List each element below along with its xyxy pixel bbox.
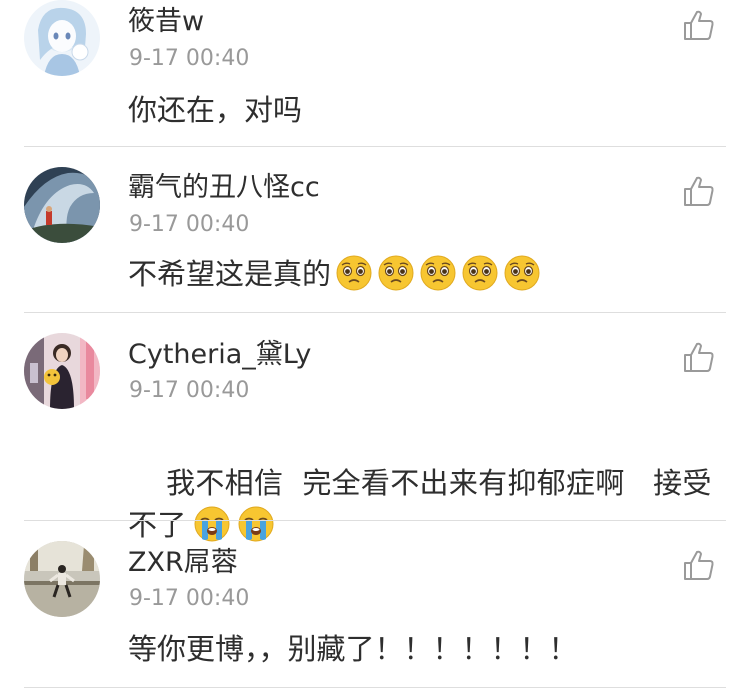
comment-text: 不希望这是真的 — [128, 253, 728, 295]
timestamp: 9-17 00:40 — [129, 586, 250, 611]
avatar[interactable] — [24, 333, 100, 409]
pleading-face-emoji — [335, 254, 373, 292]
thumbs-up-icon[interactable] — [682, 174, 716, 208]
username[interactable]: 筱昔w — [128, 6, 204, 38]
photo-avatar-icon — [24, 333, 100, 409]
timestamp: 9-17 00:40 — [129, 378, 250, 403]
avatar[interactable] — [24, 167, 100, 243]
pleading-face-emoji — [461, 254, 499, 292]
thumbs-up-icon[interactable] — [682, 8, 716, 42]
avatar[interactable] — [24, 0, 100, 76]
avatar[interactable] — [24, 541, 100, 617]
comment-text-content: 你还在，对吗 — [128, 93, 303, 127]
comment-item[interactable]: Cytheria_黛Ly 9-17 00:40 我不相信 完全看不出来有抑郁症啊… — [0, 313, 750, 542]
divider — [24, 687, 726, 688]
pleading-face-emoji — [377, 254, 415, 292]
comment-text: 你还在，对吗 — [128, 89, 728, 131]
comment-item[interactable]: 霸气的丑八怪cc 9-17 00:40 不希望这是真的 — [0, 147, 750, 313]
username[interactable]: 霸气的丑八怪cc — [128, 172, 320, 204]
comment-item[interactable]: 筱昔w 9-17 00:40 你还在，对吗 — [0, 0, 750, 147]
pleading-face-emoji — [419, 254, 457, 292]
username[interactable]: Cytheria_黛Ly — [128, 339, 311, 371]
pleading-face-emoji — [503, 254, 541, 292]
comment-text-content: 不希望这是真的 — [128, 257, 332, 291]
comment-text-content: 等你更博，，别藏了！！！！！！！ — [128, 632, 578, 666]
wave-scene-avatar-icon — [24, 167, 100, 243]
comment-item[interactable]: ZXR屌蓉 9-17 00:40 等你更博，，别藏了！！！！！！！ — [0, 521, 750, 690]
street-photo-avatar-icon — [24, 541, 100, 617]
comment-text: 等你更博，，别藏了！！！！！！！ — [128, 628, 728, 670]
thumbs-up-icon[interactable] — [682, 340, 716, 374]
thumbs-up-icon[interactable] — [682, 548, 716, 582]
timestamp: 9-17 00:40 — [129, 46, 250, 71]
anime-girl-avatar-icon — [24, 0, 100, 76]
timestamp: 9-17 00:40 — [129, 212, 250, 237]
username[interactable]: ZXR屌蓉 — [128, 547, 238, 579]
